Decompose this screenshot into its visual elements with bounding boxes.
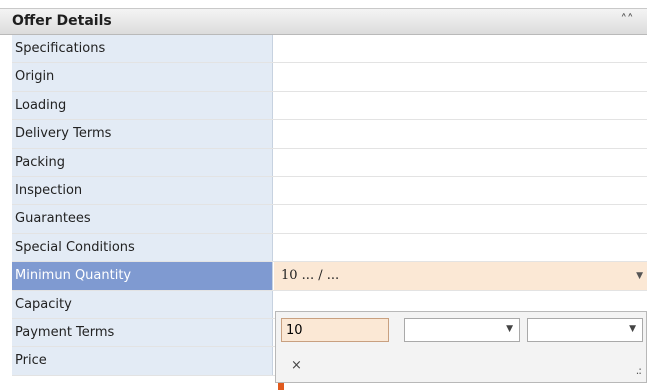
row-label: Payment Terms xyxy=(12,318,273,347)
offer-details-panel: Offer Details ˄˄ Specifications Origin L… xyxy=(0,0,647,390)
chevron-down-icon: ▼ xyxy=(506,324,513,334)
per-unit-select[interactable]: ▼ xyxy=(527,318,643,342)
row-value[interactable] xyxy=(274,120,647,148)
row-specifications[interactable]: Specifications xyxy=(12,35,647,64)
row-value[interactable] xyxy=(274,176,647,205)
row-label: Guarantees xyxy=(12,205,273,233)
quantity-input[interactable] xyxy=(281,318,389,342)
row-label: Special Conditions xyxy=(12,233,273,262)
row-guarantees[interactable]: Guarantees xyxy=(12,205,647,234)
row-value[interactable] xyxy=(274,148,647,176)
row-label: Specifications xyxy=(12,35,273,63)
row-value[interactable]: 10 ... / ... ▼ xyxy=(274,262,647,290)
row-delivery-terms[interactable]: Delivery Terms xyxy=(12,120,647,149)
row-minimum-quantity[interactable]: Minimun Quantity 10 ... / ... ▼ xyxy=(12,262,647,291)
row-value[interactable] xyxy=(274,233,647,262)
row-label: Price xyxy=(12,347,273,375)
minimum-quantity-value: 10 ... / ... xyxy=(281,268,340,284)
required-indicator-icon xyxy=(278,383,284,390)
row-label: Delivery Terms xyxy=(12,120,273,148)
double-chevron-up-icon[interactable]: ˄˄ xyxy=(619,12,635,30)
unit-select[interactable]: ▼ xyxy=(404,318,520,342)
row-loading[interactable]: Loading xyxy=(12,91,647,121)
dropdown-arrow-icon[interactable]: ▼ xyxy=(636,262,643,290)
panel-title: Offer Details xyxy=(12,13,112,29)
row-packing[interactable]: Packing xyxy=(12,148,647,177)
row-inspection[interactable]: Inspection xyxy=(12,176,647,206)
row-origin[interactable]: Origin xyxy=(12,63,647,92)
row-value[interactable] xyxy=(274,63,647,91)
row-label: Packing xyxy=(12,148,273,176)
row-label: Loading xyxy=(12,91,273,120)
row-value[interactable] xyxy=(274,205,647,233)
quantity-editor-popup: ▼ ▼ × .: xyxy=(275,311,647,383)
resize-grip-icon[interactable]: .: xyxy=(636,364,642,377)
row-label: Origin xyxy=(12,63,273,91)
row-label: Inspection xyxy=(12,176,273,205)
row-label: Minimun Quantity xyxy=(12,262,273,290)
chevron-down-icon: ▼ xyxy=(629,324,636,334)
row-label: Capacity xyxy=(12,290,273,318)
row-value[interactable] xyxy=(274,35,647,63)
close-icon[interactable]: × xyxy=(291,358,302,373)
panel-header[interactable]: Offer Details ˄˄ xyxy=(0,8,647,35)
row-value[interactable] xyxy=(274,91,647,120)
row-special-conditions[interactable]: Special Conditions xyxy=(12,233,647,263)
